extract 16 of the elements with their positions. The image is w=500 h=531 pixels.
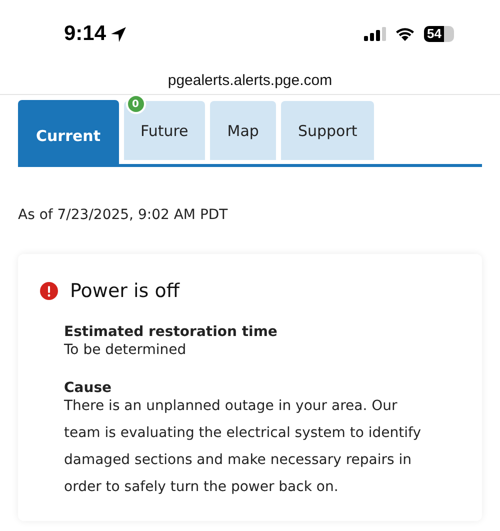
tab[interactable]: Current (18, 100, 119, 164)
tab[interactable]: Map (210, 101, 276, 160)
timestamp-text: As of 7/23/2025, 9:02 AM PDT (18, 207, 229, 223)
location-arrow-icon (110, 26, 128, 42)
alert-title: Power is off (70, 280, 180, 302)
address-url[interactable]: pgealerts.alerts.pge.com (168, 72, 332, 88)
tab[interactable]: Support (280, 101, 374, 160)
section-text: To be determined (64, 341, 188, 360)
signal-icon (364, 27, 386, 41)
battery-indicator: 54 (424, 26, 454, 42)
wifi-icon (394, 26, 416, 42)
alert-icon (40, 282, 58, 300)
section-label: Cause (64, 380, 113, 396)
section-label: Estimated restoration time (64, 324, 278, 340)
status-time: 9:14 (64, 22, 106, 46)
section-text: There is an unplanned outage in your area. Our team is evaluating the electrical system to identify damaged sections and make necessary repairs in order to safely turn the power back on. (64, 397, 422, 497)
